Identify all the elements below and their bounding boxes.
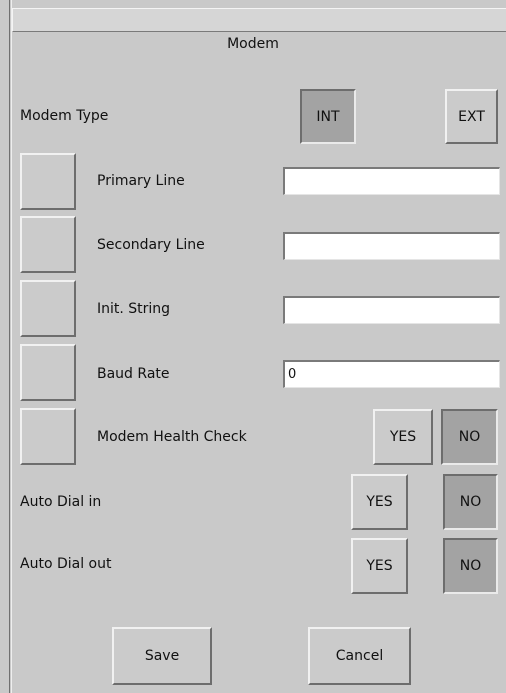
secondary-line-label: Secondary Line bbox=[97, 237, 205, 253]
save-button[interactable]: Save bbox=[112, 627, 212, 685]
primary-line-toggle[interactable] bbox=[20, 153, 76, 210]
health-check-yes-button[interactable]: YES bbox=[373, 409, 433, 465]
modem-type-label: Modem Type bbox=[20, 108, 109, 124]
auto-dial-in-no-button[interactable]: NO bbox=[443, 474, 498, 530]
primary-line-label: Primary Line bbox=[97, 173, 185, 189]
init-string-input[interactable] bbox=[283, 296, 500, 324]
modem-type-int-button[interactable]: INT bbox=[300, 89, 356, 144]
secondary-line-toggle[interactable] bbox=[20, 216, 76, 273]
auto-dial-in-yes-button[interactable]: YES bbox=[351, 474, 408, 530]
auto-dial-out-yes-button[interactable]: YES bbox=[351, 538, 408, 594]
health-check-no-button[interactable]: NO bbox=[441, 409, 498, 465]
auto-dial-in-label: Auto Dial in bbox=[20, 494, 102, 510]
auto-dial-out-no-button[interactable]: NO bbox=[443, 538, 498, 594]
baud-rate-toggle[interactable] bbox=[20, 344, 76, 401]
init-string-toggle[interactable] bbox=[20, 280, 76, 337]
modem-type-ext-button[interactable]: EXT bbox=[445, 89, 498, 144]
health-check-toggle[interactable] bbox=[20, 408, 76, 465]
baud-rate-label: Baud Rate bbox=[97, 366, 170, 382]
init-string-label: Init. String bbox=[97, 301, 171, 317]
window-left-edge bbox=[9, 0, 10, 693]
health-check-label: Modem Health Check bbox=[97, 429, 247, 445]
window-left-highlight bbox=[11, 0, 12, 693]
secondary-line-input[interactable] bbox=[283, 232, 500, 260]
primary-line-input[interactable] bbox=[283, 167, 500, 195]
auto-dial-out-label: Auto Dial out bbox=[20, 556, 112, 572]
cancel-button[interactable]: Cancel bbox=[308, 627, 411, 685]
baud-rate-input[interactable] bbox=[283, 360, 500, 388]
window-title-bar bbox=[12, 8, 506, 32]
dialog-title: Modem bbox=[227, 36, 279, 52]
